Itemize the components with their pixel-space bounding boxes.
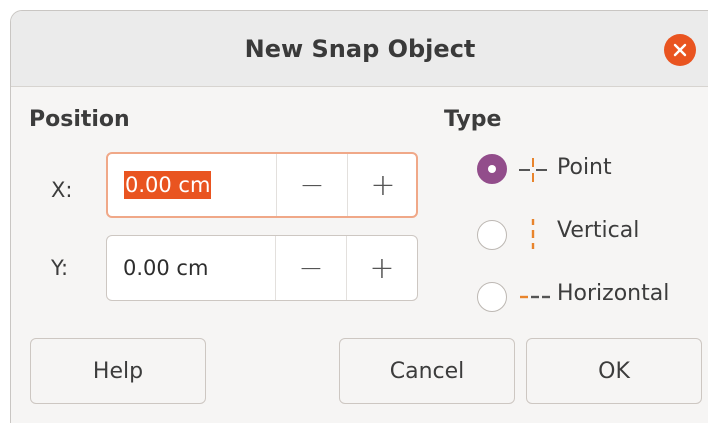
x-decrement-button[interactable]: −: [276, 154, 347, 216]
close-icon: [673, 43, 687, 57]
title-bar: New Snap Object: [11, 11, 708, 87]
x-increment-button[interactable]: +: [347, 154, 418, 216]
x-label: X:: [51, 178, 73, 202]
help-button[interactable]: Help: [30, 338, 206, 404]
type-vertical-label: Vertical: [557, 218, 640, 243]
x-position-input[interactable]: 0.00 cm: [124, 154, 212, 216]
type-horizontal-label: Horizontal: [557, 281, 670, 306]
ok-button[interactable]: OK: [526, 338, 702, 404]
y-label: Y:: [51, 256, 69, 280]
snap-horizontal-icon: [520, 295, 550, 299]
type-point-label: Point: [557, 155, 612, 180]
close-button[interactable]: [664, 34, 696, 66]
snap-point-icon: [519, 158, 547, 182]
type-heading: Type: [444, 107, 502, 132]
snap-vertical-icon: [531, 219, 535, 249]
dialog-title: New Snap Object: [244, 35, 476, 63]
type-point-radio[interactable]: [477, 154, 507, 184]
y-decrement-button[interactable]: −: [275, 236, 346, 300]
y-position-input[interactable]: 0.00 cm: [123, 236, 208, 300]
y-increment-button[interactable]: +: [346, 236, 417, 300]
new-snap-object-dialog: New Snap Object Position X: 0.00 cm − + …: [10, 10, 708, 423]
y-position-spinbox[interactable]: 0.00 cm − +: [106, 235, 418, 301]
position-heading: Position: [29, 107, 130, 132]
x-position-value: 0.00 cm: [124, 171, 212, 199]
type-horizontal-radio[interactable]: [477, 282, 507, 312]
y-position-value: 0.00 cm: [123, 256, 209, 280]
x-position-spinbox[interactable]: 0.00 cm − +: [106, 152, 418, 218]
type-vertical-radio[interactable]: [477, 220, 507, 250]
cancel-button[interactable]: Cancel: [339, 338, 515, 404]
